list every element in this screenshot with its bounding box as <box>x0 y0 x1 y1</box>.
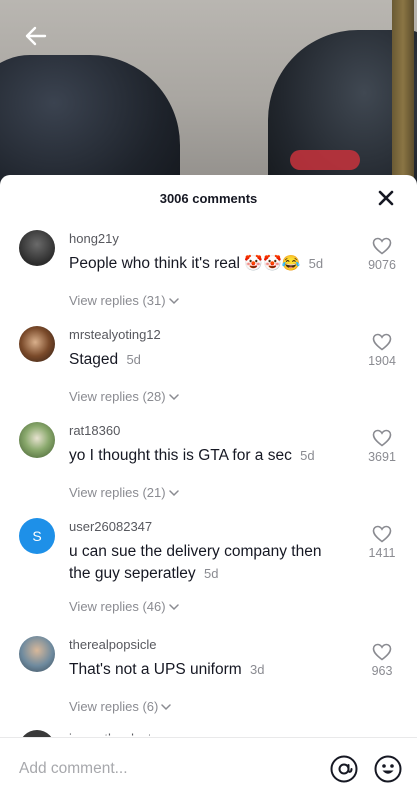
emoji-smile-icon[interactable] <box>373 754 403 784</box>
comment-time: 3d <box>250 662 265 677</box>
like-count: 1411 <box>368 546 396 560</box>
like-button[interactable]: 3691 <box>359 429 405 464</box>
view-replies-button[interactable]: View replies (28) <box>69 389 179 404</box>
close-icon <box>378 190 394 206</box>
chevron-down-icon <box>168 393 179 400</box>
avatar-letter: S <box>32 528 42 544</box>
pole-image <box>392 0 414 200</box>
comment-body: yo I thought this is GTA for a sec <box>69 447 292 464</box>
comment-input-bar <box>0 737 417 800</box>
comment-time: 5d <box>308 256 324 271</box>
comment-username[interactable]: therealpopsicle <box>69 631 347 653</box>
chevron-down-icon <box>168 489 179 496</box>
close-button[interactable] <box>375 187 397 209</box>
like-count: 1904 <box>368 354 396 368</box>
chevron-down-icon <box>168 603 179 610</box>
heart-outline-icon <box>372 429 392 447</box>
avatar[interactable] <box>19 636 55 672</box>
like-button[interactable]: 963 <box>359 643 405 678</box>
chevron-down-icon <box>168 297 179 304</box>
back-button[interactable] <box>20 20 52 52</box>
comment-time: 5d <box>300 448 315 463</box>
comment-time: 5d <box>203 566 219 581</box>
view-replies-button[interactable]: View replies (46) <box>69 599 179 614</box>
avatar[interactable] <box>19 326 55 362</box>
comments-sheet: 3006 comments hong21y People who think i… <box>0 175 417 800</box>
avatar[interactable]: S <box>19 518 55 554</box>
like-count: 9076 <box>368 258 396 272</box>
like-button[interactable]: 1411 <box>359 525 405 560</box>
back-arrow-icon <box>25 26 47 46</box>
comment-item: rat18360 yo I thought this is GTA for a … <box>0 417 417 513</box>
heart-outline-icon <box>372 237 392 255</box>
comment-item: S user26082347 u can sue the delivery co… <box>0 513 417 631</box>
view-replies-label: View replies (28) <box>69 389 166 404</box>
comment-username[interactable]: user26082347 <box>69 513 347 535</box>
chevron-down-icon <box>161 703 172 710</box>
comment-text: That's not a UPS uniform 3d <box>69 659 347 681</box>
comment-time: 5d <box>126 352 141 367</box>
add-comment-input[interactable] <box>0 760 329 778</box>
comment-text: Staged 5d <box>69 349 347 371</box>
like-count: 3691 <box>368 450 396 464</box>
taillight-image <box>290 150 360 170</box>
comment-username[interactable]: rat18360 <box>69 417 347 439</box>
comment-text: yo I thought this is GTA for a sec 5d <box>69 445 347 467</box>
comment-count: 3006 comments <box>159 190 258 206</box>
like-count: 963 <box>371 664 393 678</box>
heart-outline-icon <box>372 525 392 543</box>
comment-text: People who think it's real 🤡🤡😂 5d <box>69 253 347 275</box>
view-replies-label: View replies (21) <box>69 485 166 500</box>
comment-item: mrstealyoting12 Staged 5d View replies (… <box>0 321 417 417</box>
comment-username[interactable]: hong21y <box>69 225 347 247</box>
view-replies-label: View replies (31) <box>69 293 166 308</box>
view-replies-label: View replies (6) <box>69 699 159 714</box>
like-button[interactable]: 9076 <box>359 237 405 272</box>
heart-outline-icon <box>372 333 392 351</box>
at-sign-icon[interactable] <box>329 754 359 784</box>
comment-body: u can sue the delivery company then the … <box>69 543 322 582</box>
avatar[interactable] <box>19 230 55 266</box>
like-button[interactable]: 1904 <box>359 333 405 368</box>
comment-item: hong21y People who think it's real 🤡🤡😂 5… <box>0 225 417 321</box>
view-replies-button[interactable]: View replies (6) <box>69 699 172 714</box>
comments-header: 3006 comments <box>0 175 417 221</box>
comment-list[interactable]: hong21y People who think it's real 🤡🤡😂 5… <box>0 225 417 737</box>
comment-body: That's not a UPS uniform <box>69 661 242 678</box>
comment-username[interactable]: mrstealyoting12 <box>69 321 347 343</box>
comment-item: therealpopsicle That's not a UPS uniform… <box>0 631 417 727</box>
comment-text: u can sue the delivery company then the … <box>69 541 347 585</box>
video-background <box>0 0 417 200</box>
heart-outline-icon <box>372 643 392 661</box>
avatar[interactable] <box>19 422 55 458</box>
comment-body: Staged <box>69 351 119 368</box>
comment-emojis: 🤡🤡😂 <box>244 255 301 272</box>
comment-body: People who think it's real <box>69 255 240 272</box>
view-replies-button[interactable]: View replies (21) <box>69 485 179 500</box>
view-replies-label: View replies (46) <box>69 599 166 614</box>
view-replies-button[interactable]: View replies (31) <box>69 293 179 308</box>
